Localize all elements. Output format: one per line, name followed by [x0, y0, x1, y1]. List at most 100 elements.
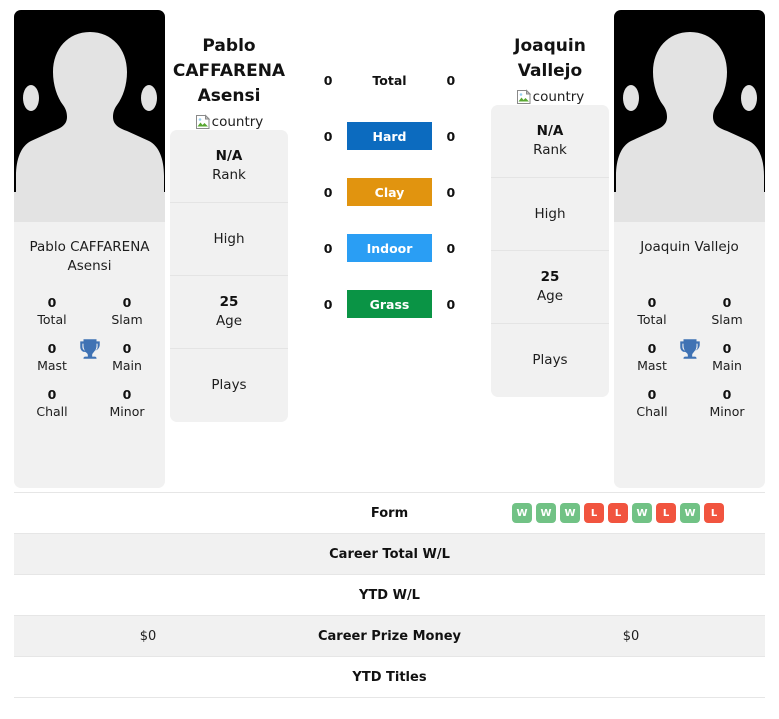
stat-value: 0: [647, 387, 657, 402]
info-plays-right: Plays: [491, 324, 609, 397]
row-label-form: Form: [282, 492, 497, 534]
row-label-ytd-wl: YTD W/L: [282, 574, 497, 616]
trophy-icon: [679, 339, 700, 359]
title-stat-main: 0 Main: [701, 340, 753, 374]
stat-label: Mast: [637, 358, 667, 373]
stat-label: Total: [37, 312, 67, 327]
player-card-name-right: Joaquin Vallejo: [640, 239, 739, 255]
country-alt-text: country: [532, 89, 585, 105]
surface-row-clay: 0 Clay 0: [315, 178, 465, 206]
player-card-name-left: Pablo CAFFARENA Asensi: [29, 239, 150, 274]
form-badge-win: W: [560, 503, 580, 523]
stat-value: 0: [122, 295, 132, 310]
info-label: Rank: [533, 142, 567, 158]
info-value: N/A: [536, 123, 564, 139]
stat-label: Slam: [711, 312, 743, 327]
title-stat-chall: 0 Chall: [26, 386, 78, 420]
stat-label: Chall: [636, 404, 668, 419]
form-badge-win: W: [632, 503, 652, 523]
titles-row: 0 Chall 0 Minor: [620, 386, 759, 420]
comparison-stats-table: Form WWWLLWLWL Career Total W/L YTD W/L …: [14, 492, 765, 698]
surface-badge-total: Total: [372, 72, 407, 88]
info-rank-right: N/A Rank: [491, 105, 609, 178]
stat-value: 0: [722, 295, 732, 310]
surface-row-indoor: 0 Indoor 0: [315, 234, 465, 262]
stat-value: 0: [647, 341, 657, 356]
form-badge-loss: L: [704, 503, 724, 523]
info-value: 25: [219, 294, 239, 310]
info-age-right: 25 Age: [491, 251, 609, 324]
player-photo-left: [14, 10, 165, 222]
stat-label: Main: [712, 358, 742, 373]
form-badge-loss: L: [608, 503, 628, 523]
info-label: Plays: [211, 377, 247, 393]
titles-row: 0 Total 0 Slam: [20, 294, 159, 328]
career-total-wl-right: [497, 533, 765, 575]
broken-image-icon: [195, 114, 210, 129]
surface-score-right: 0: [446, 184, 456, 200]
title-stat-chall: 0 Chall: [626, 386, 678, 420]
player-card-right[interactable]: Joaquin Vallejo 0 Total 0 Slam 0 Mast 0 …: [614, 10, 765, 488]
titles-grid-left: 0 Total 0 Slam 0 Mast 0 Main 0 Chall 0 M…: [14, 278, 165, 488]
info-label: Rank: [212, 167, 246, 183]
stat-value: 0: [47, 341, 57, 356]
table-row-ytd-titles: YTD Titles: [14, 656, 765, 698]
player-card-left[interactable]: Pablo CAFFARENA Asensi 0 Total 0 Slam 0 …: [14, 10, 165, 488]
surface-score-right: 0: [446, 128, 456, 144]
surface-row-hard: 0 Hard 0: [315, 122, 465, 150]
player-photo-right: [614, 10, 765, 222]
form-badge-list: WWWLLWLWL: [497, 503, 765, 523]
surface-score-left: 0: [323, 128, 333, 144]
form-badge-win: W: [536, 503, 556, 523]
info-rank-left: N/A Rank: [170, 130, 288, 203]
title-stat-total: 0 Total: [626, 294, 678, 328]
stat-label: Minor: [109, 404, 145, 419]
ytd-wl-left: [14, 574, 282, 616]
surface-score-right: 0: [446, 240, 456, 256]
table-row-career-total-wl: Career Total W/L: [14, 533, 765, 575]
surface-badge-clay: Clay: [346, 178, 433, 206]
stat-label: Slam: [111, 312, 143, 327]
info-value: N/A: [215, 148, 243, 164]
title-stat-mast: 0 Mast: [26, 340, 78, 374]
player-name-left: Pablo CAFFARENA Asensi: [173, 10, 285, 109]
stat-label: Mast: [37, 358, 67, 373]
form-badge-loss: L: [584, 503, 604, 523]
head-to-head-comparison: Pablo CAFFARENA Asensi 0 Total 0 Slam 0 …: [0, 0, 779, 492]
player-name-line3: Asensi: [197, 86, 261, 106]
ytd-titles-left: [14, 656, 282, 698]
form-badge-win: W: [512, 503, 532, 523]
surface-badge-grass: Grass: [346, 290, 433, 318]
row-label-career-total-wl: Career Total W/L: [282, 533, 497, 575]
player-name-line2: Vallejo: [517, 61, 583, 81]
info-age-left: 25 Age: [170, 276, 288, 349]
surface-badge-hard: Hard: [346, 122, 433, 150]
player-info-panel-right: N/A Rank High 25 Age Plays: [491, 105, 609, 397]
stat-value: 0: [122, 387, 132, 402]
info-value: 25: [540, 269, 560, 285]
surface-score-left: 0: [323, 72, 333, 88]
player-name-line1: Joaquin: [514, 36, 586, 56]
stat-value: 0: [722, 387, 732, 402]
info-label: High: [213, 230, 245, 247]
surface-score-right: 0: [446, 72, 456, 88]
broken-image-icon: [516, 89, 531, 104]
form-badge-loss: L: [656, 503, 676, 523]
surface-breakdown: 0 Total 0 0 Hard 0 0 Clay 0 0 Indoor 0 0…: [293, 10, 486, 318]
title-stat-total: 0 Total: [26, 294, 78, 328]
stat-value: 0: [47, 387, 57, 402]
stat-label: Chall: [36, 404, 68, 419]
trophy-icon: [79, 339, 100, 359]
title-stat-minor: 0 Minor: [101, 386, 153, 420]
stat-label: Main: [112, 358, 142, 373]
surface-row-total: 0 Total 0: [315, 66, 465, 94]
titles-row: 0 Chall 0 Minor: [20, 386, 159, 420]
ytd-titles-right: [497, 656, 765, 698]
stat-value: 0: [647, 295, 657, 310]
info-label: Plays: [532, 352, 568, 368]
career-prize-money-right: $0: [497, 615, 765, 657]
stat-value: 0: [47, 295, 57, 310]
career-prize-money-left: $0: [14, 615, 282, 657]
stat-label: Minor: [709, 404, 745, 419]
title-stat-slam: 0 Slam: [101, 294, 153, 328]
